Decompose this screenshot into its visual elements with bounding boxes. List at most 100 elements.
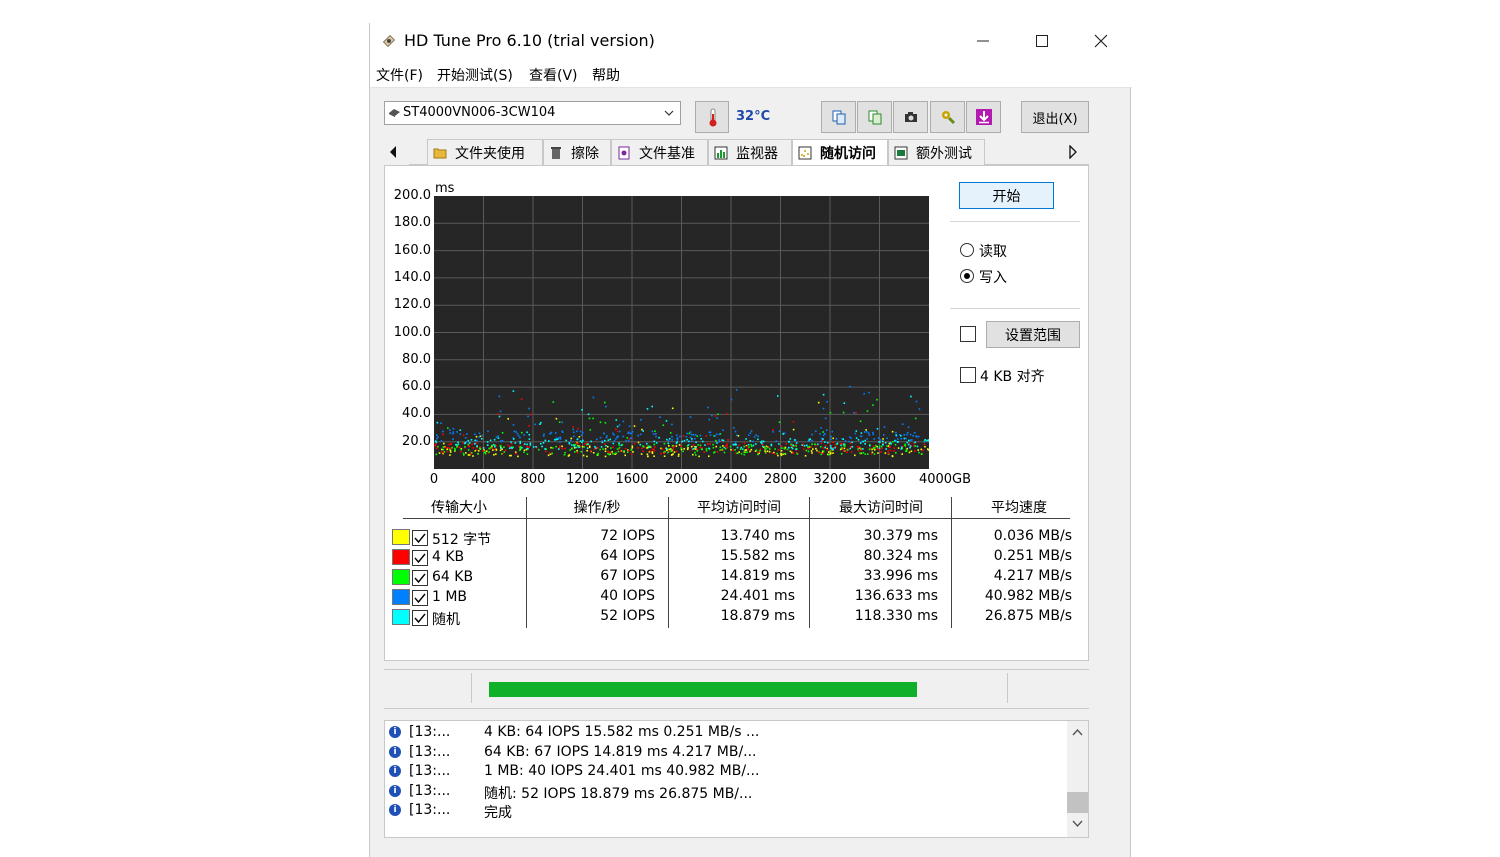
scatter-point [901, 423, 904, 425]
tab-monitor[interactable]: 监视器 [708, 139, 792, 165]
scatter-point [882, 440, 884, 443]
copy-results-button[interactable] [857, 101, 892, 133]
scatter-point [449, 454, 451, 456]
exit-button[interactable]: 退出(X) [1021, 101, 1089, 133]
scatter-point [734, 444, 736, 446]
scatter-point [764, 450, 766, 452]
scatter-point [669, 432, 672, 434]
scatter-point [690, 433, 693, 436]
scatter-point [801, 444, 803, 446]
scatter-point [604, 448, 607, 450]
drive-select[interactable]: ST4000VN006-3CW104 [384, 101, 681, 125]
align-4kb-checkbox[interactable] [960, 367, 976, 383]
scatter-point [583, 446, 585, 448]
series-checkbox[interactable] [412, 590, 428, 606]
scatter-point [682, 450, 684, 453]
scatter-point [580, 450, 582, 453]
scatter-point [529, 444, 532, 446]
scatter-point [849, 447, 851, 450]
minimize-button[interactable] [954, 23, 1012, 58]
scatter-point [486, 444, 489, 446]
tab-file-benchmark[interactable]: 文件基准 [611, 139, 708, 165]
scatter-point [824, 432, 826, 435]
scatter-point [528, 433, 531, 436]
scatter-point [582, 439, 584, 442]
scatter-point [743, 445, 745, 448]
write-radio[interactable] [960, 269, 974, 283]
scatter-point [604, 450, 607, 453]
log-time: [13:... [409, 763, 451, 780]
thermometer-icon [709, 108, 717, 127]
scatter-point [708, 431, 711, 433]
log-entry: i [13:... 随机: 52 IOPS 18.879 ms 26.875 MB/… [389, 783, 752, 802]
scatter-point [581, 409, 583, 411]
scatter-point [860, 432, 863, 434]
menu-bar: 文件(F) 开始测试(S) 查看(V) 帮助 [370, 58, 1132, 88]
scatter-point [832, 448, 834, 451]
scatter-point [579, 430, 582, 433]
scatter-point [829, 411, 832, 414]
scatter-point [511, 447, 513, 449]
start-button[interactable]: 开始 [959, 182, 1054, 209]
scatter-point [587, 413, 590, 416]
close-button[interactable] [1072, 23, 1130, 58]
scatter-point [519, 436, 521, 439]
log-scrollbar[interactable] [1067, 721, 1088, 837]
maximize-button[interactable] [1013, 23, 1071, 58]
scatter-point [743, 451, 745, 453]
copy-info-button[interactable] [821, 101, 856, 133]
series-checkbox[interactable] [412, 530, 428, 546]
tab-random-access[interactable]: 随机访问 [792, 139, 888, 166]
tab-extra-tests[interactable]: 额外测试 [888, 139, 985, 165]
x-tick-label: 400 [471, 472, 496, 487]
menu-start-test[interactable]: 开始测试(S) [437, 65, 513, 85]
scatter-point [519, 442, 521, 445]
scatter-point [786, 448, 789, 451]
scatter-point [569, 449, 571, 451]
table-header-rule [403, 518, 1070, 519]
scatter-point [917, 435, 920, 438]
scatter-point [607, 452, 609, 455]
temperature-button[interactable] [695, 101, 729, 133]
scatter-point [446, 450, 449, 453]
scatter-point [910, 450, 913, 452]
scatter-point [903, 437, 906, 440]
scatter-point [671, 423, 673, 426]
scatter-point [528, 407, 530, 410]
info-icon: i [389, 726, 401, 738]
scatter-point [697, 444, 699, 446]
scatter-point [839, 448, 842, 451]
set-range-checkbox[interactable] [960, 326, 976, 342]
set-range-button[interactable]: 设置范围 [986, 321, 1080, 348]
screenshot-button[interactable] [893, 101, 928, 133]
options-button[interactable] [930, 101, 965, 133]
log-entry: i [13:... 64 KB: 67 IOPS 14.819 ms 4.217 M… [389, 744, 757, 760]
scroll-up-icon[interactable] [1072, 728, 1083, 736]
scatter-point [459, 429, 462, 431]
scatter-point [708, 447, 710, 450]
save-results-button[interactable] [966, 101, 1001, 133]
scatter-point [605, 405, 607, 408]
read-radio[interactable] [960, 243, 974, 257]
series-checkbox[interactable] [412, 550, 428, 566]
tab-erase[interactable]: 擦除 [543, 139, 611, 165]
tab-scroll-left-button[interactable] [388, 144, 398, 163]
scatter-point [452, 432, 454, 435]
scatter-point [512, 438, 515, 440]
log-scroll-thumb[interactable] [1067, 792, 1088, 813]
menu-help[interactable]: 帮助 [592, 65, 620, 85]
scatter-point [581, 445, 584, 448]
tab-label: 随机访问 [820, 146, 876, 162]
menu-view[interactable]: 查看(V) [529, 65, 578, 85]
y-axis-unit: ms [435, 181, 455, 196]
series-checkbox[interactable] [412, 610, 428, 626]
tab-folder-usage[interactable]: 文件夹使用 [427, 139, 543, 165]
tab-scroll-right-button[interactable] [1068, 144, 1078, 163]
scroll-down-icon[interactable] [1072, 820, 1083, 828]
menu-file[interactable]: 文件(F) [376, 65, 423, 85]
progress-bottom-rule [384, 708, 1089, 709]
scatter-point [789, 450, 792, 453]
scatter-point [862, 440, 864, 443]
ops-cell: 67 IOPS [600, 568, 655, 584]
series-checkbox[interactable] [412, 570, 428, 586]
